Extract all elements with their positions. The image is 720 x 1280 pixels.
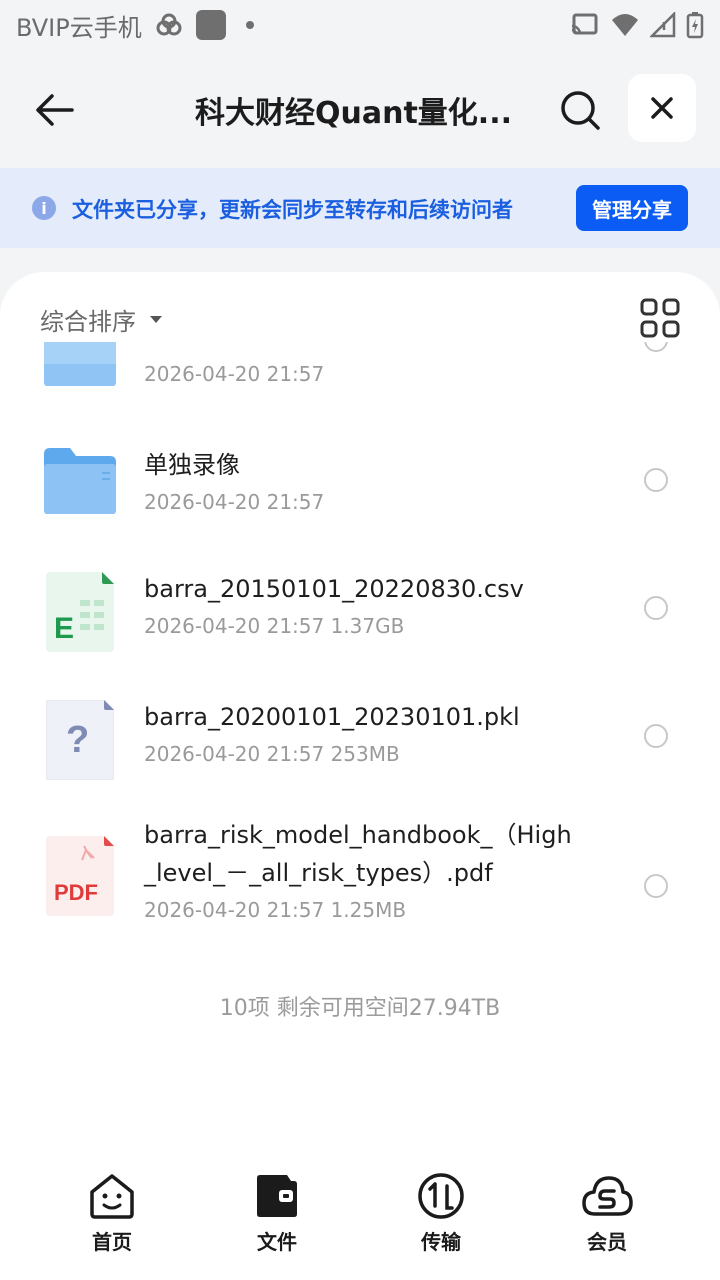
cloud-sync-icon [156,13,182,36]
file-name: barra_20200101_20230101.pkl [144,703,520,731]
close-icon [651,97,673,119]
tab-transfer[interactable]: 传输 [386,1172,496,1255]
file-badge-text: ? [66,719,89,761]
caret-down-icon [150,316,162,323]
transfer-icon [418,1173,464,1219]
list-item[interactable]: 2026-04-20 21:57 [0,342,720,412]
list-item[interactable]: PDF barra_risk_model_handbook_（High _lev… [0,796,720,962]
select-radio[interactable] [644,874,668,898]
pdf-icon: PDF [46,836,114,916]
list-item[interactable]: ? barra_20200101_20230101.pkl 2026-04-20… [0,668,720,796]
back-button[interactable] [30,86,78,134]
sort-label: 综合排序 [40,308,136,336]
list-item[interactable]: E barra_20150101_20220830.csv 2026-04-20… [0,540,720,668]
spreadsheet-icon: E [46,572,114,652]
file-meta: 2026-04-20 21:57 [144,490,325,514]
share-notice-banner: i 文件夹已分享，更新会同步至转存和后续访问者 管理分享 [0,168,720,248]
battery-charging-icon [686,12,704,39]
folder-icon [44,342,116,386]
wallet-folder-icon [257,1175,297,1217]
tab-label: 文件 [257,1230,297,1254]
tab-files[interactable]: 文件 [222,1172,332,1255]
home-face-icon [90,1174,134,1219]
top-app-bar: 科大财经Quant量化... [0,50,720,168]
tab-vip[interactable]: 会员 [552,1172,662,1255]
tab-label: 传输 [421,1230,461,1254]
bottom-tab-bar: 首页 文件 传输 会员 [0,1172,720,1280]
page-title: 科大财经Quant量化... [195,96,512,131]
select-radio[interactable] [644,342,668,352]
file-meta: 2026-04-20 21:57 [144,362,325,386]
select-radio[interactable] [644,724,668,748]
file-name: barra_20150101_20220830.csv [144,575,524,603]
file-meta: 2026-04-20 21:57 1.37GB [144,614,405,638]
tab-label: 首页 [92,1230,132,1254]
tab-label: 会员 [587,1230,627,1254]
signal-icon [650,12,676,38]
file-name-line2: _level_－_all_risk_types）.pdf [144,859,493,887]
folder-icon [44,448,116,514]
cast-icon [571,13,598,35]
vip-cloud-icon [582,1176,633,1216]
search-button[interactable] [556,86,604,134]
wifi-icon [612,14,638,36]
grid-view-button[interactable] [640,298,680,338]
share-notice-text: 文件夹已分享，更新会同步至转存和后续访问者 [72,198,513,222]
file-name: 单独录像 [144,451,240,479]
grid-view-icon [640,298,680,338]
file-name-line1: barra_risk_model_handbook_（High [144,821,572,849]
unknown-file-icon: ? [46,700,114,780]
file-badge-text: E [54,612,74,645]
select-radio[interactable] [644,596,668,620]
select-radio[interactable] [644,468,668,492]
sort-dropdown[interactable]: 综合排序 [40,302,162,337]
arrow-left-icon [36,94,74,126]
more-notifications-dot [245,21,254,29]
list-item[interactable]: 单独录像 2026-04-20 21:57 [0,412,720,540]
carrier-label: BVIP云手机 [16,13,142,42]
file-list-panel: 综合排序 2026-04-20 21:57 单独录像 2026-04-20 21… [0,272,720,1280]
info-icon: i [32,196,56,220]
close-button[interactable] [628,74,696,142]
search-icon [561,91,600,130]
file-meta: 2026-04-20 21:57 1.25MB [144,898,407,922]
storage-summary: 10项 剩余可用空间27.94TB [219,996,501,1021]
file-meta: 2026-04-20 21:57 253MB [144,742,400,766]
file-badge-text: PDF [54,880,98,905]
file-list[interactable]: 2026-04-20 21:57 单独录像 2026-04-20 21:57 E… [0,342,720,962]
tab-home[interactable]: 首页 [57,1172,167,1255]
status-bar: BVIP云手机 [0,0,720,50]
manage-share-button[interactable]: 管理分享 [576,185,688,231]
app-notification-icon [195,10,226,40]
